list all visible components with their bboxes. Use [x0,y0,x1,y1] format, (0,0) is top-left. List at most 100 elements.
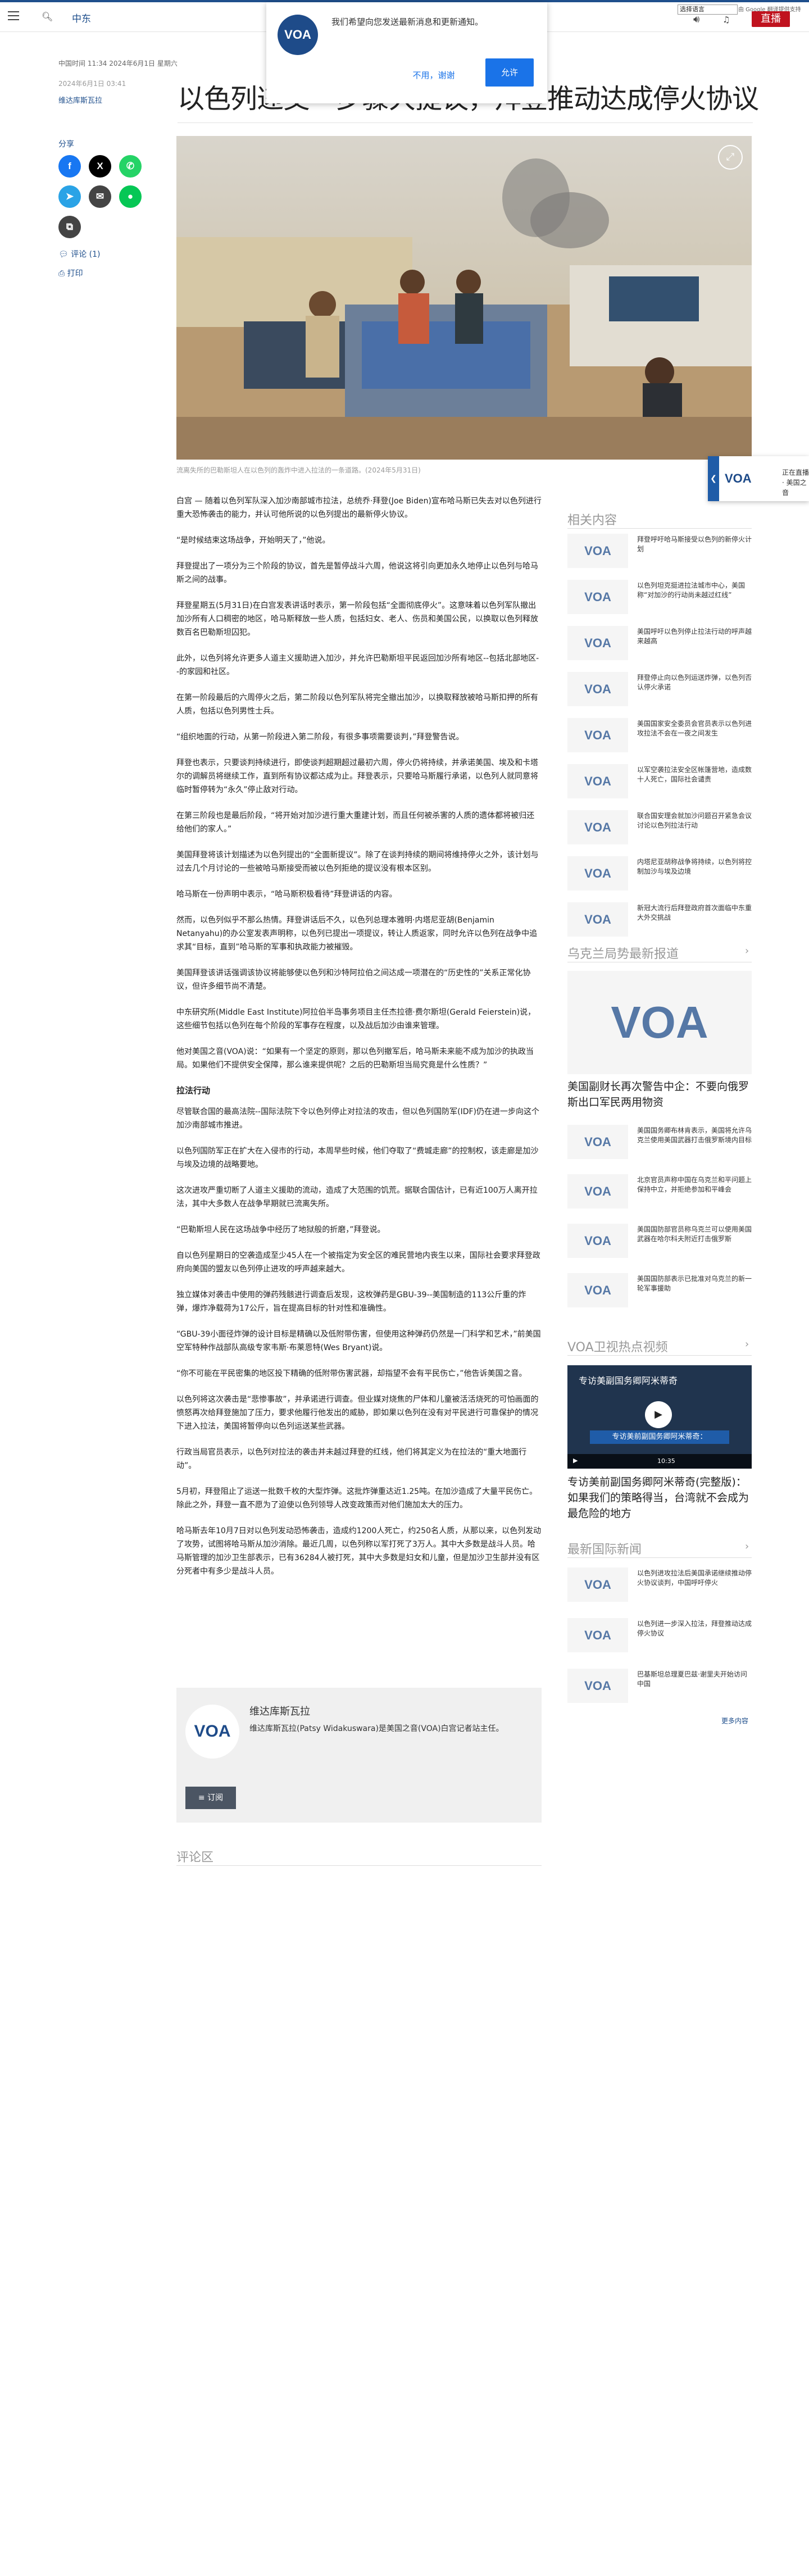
chevron-right-icon[interactable]: › [745,1338,749,1350]
article-paragraph: 拜登提出了一项分为三个阶段的协议，首先是暂停战斗六周，他说这将引向更加永久地停止… [176,562,538,584]
related-thumbnail: VOA [567,534,628,568]
article-paragraph: “GBU-39小面径炸弹的设计目标是精确以及低附带伤害，但使用这种弹药仍然是一门… [176,1330,541,1352]
article-paragraph: “组织地面的行动，从第一阶段进入第二阶段，有很多事项需要谈判，”拜登警告说。 [176,733,464,742]
article-published: 2024年6月1日 03:41 [58,80,126,88]
related-item[interactable]: VOA 内塔尼亚胡称战争将持续，以色列将控制加沙与埃及边境 [567,856,752,896]
video-time: 10:35 [657,1457,675,1465]
related-item[interactable]: VOA 拜登停止向以色列运送炸弹，以色列否认停火承诺 [567,672,752,711]
related-item[interactable]: VOA 以军空袭拉法安全区帐篷营地，造成数十人死亡，国际社会谴责 [567,764,752,803]
article-body: 白宫 — 随着以色列军队深入加沙南部城市拉法，总统乔·拜登(Joe Biden)… [176,494,542,1591]
related-item-title: 联合国安理会就加沙问题召开紧急会议讨论以色列拉法行动 [637,812,752,829]
more-link[interactable]: 更多内容 [721,1716,748,1725]
print-link-label: 打印 [67,269,83,278]
float-text: 正在直播 · 美国之音 [782,469,809,497]
article-paragraph: 自以色列星期日的空袭造成至少45人在一个被指定为安全区的难民营地内丧生以来，国际… [176,1251,540,1274]
ukraine-thumbnail: VOA [567,1224,628,1258]
author-box: VOA 维达库斯瓦拉 维达库斯瓦拉(Patsy Widakuswara)是美国之… [176,1688,542,1823]
article-paragraph: 哈马斯在一份声明中表示，“哈马斯积极看待”拜登讲话的内容。 [176,890,397,899]
article-paragraph: 行政当局官员表示，以色列对拉法的袭击并未越过拜登的红线，他们将其定义为在拉法的“… [176,1448,527,1470]
copy-link-icon[interactable]: ⧉ [58,216,81,238]
language-select[interactable]: 选择语言 [678,4,738,15]
intl-heading[interactable]: 最新国际新闻 [567,1539,642,1557]
related-item[interactable]: VOA 联合国安理会就加沙问题召开紧急会议讨论以色列拉法行动 [567,810,752,849]
facebook-share-icon[interactable]: f [58,155,81,178]
ukraine-item-title: 北京官员声称中国在乌克兰和平问题上保持中立，并拒绝参加和平峰会 [637,1176,752,1193]
related-thumbnail: VOA [567,626,628,660]
ukraine-item[interactable]: VOA 美国国务卿布林肯表示，美国将允许乌克兰使用美国武器打击俄罗斯境内目标 [567,1125,752,1164]
related-item[interactable]: VOA 拜登呼吁哈马斯接受以色列的新停火计划 [567,534,752,573]
intl-thumbnail: VOA [567,1568,628,1602]
line-share-icon[interactable]: ● [119,185,142,208]
article-author-link[interactable]: 维达库斯瓦拉 [58,94,102,105]
collapse-arrow-icon[interactable]: ❮ [708,456,719,501]
intl-item[interactable]: VOA 以色列进一步深入拉法，拜登推动达成停火协议 [567,1618,752,1657]
floating-live-widget[interactable]: ❮ VOA 正在直播 · 美国之音 [708,456,809,501]
print-icon: ⎙ [58,269,67,278]
article-paragraph: 在第三阶段也是最后阶段，“将开始对加沙进行重大重建计划，而且任何被杀害的人质的遗… [176,811,535,834]
intl-item-title: 以色列进攻拉法后美国承诺继续推动停火协议谈判，中国呼吁停火 [637,1569,752,1587]
comment-icon: 💬︎ [58,250,71,259]
ukraine-item[interactable]: VOA 北京官员声称中国在乌克兰和平问题上保持中立，并拒绝参加和平峰会 [567,1174,752,1214]
whatsapp-share-icon[interactable]: ✆ [119,155,142,178]
ukraine-heading[interactable]: 乌克兰局势最新报道 [567,944,679,962]
related-item-title: 美国国家安全委员会官员表示以色列进攻拉法不会在一夜之间发生 [637,720,752,737]
author-bio: 维达库斯瓦拉(Patsy Widakuswara)是美国之音(VOA)白宫记者站… [249,1724,504,1733]
intl-item[interactable]: VOA 以色列进攻拉法后美国承诺继续推动停火协议谈判，中国呼吁停火 [567,1568,752,1607]
related-item[interactable]: VOA 美国国家安全委员会官员表示以色列进攻拉法不会在一夜之间发生 [567,718,752,757]
article-paragraph: “你不可能在平民密集的地区投下精确的低附带伤害武器，却指望不会有平民伤亡，”他告… [176,1369,527,1378]
article-datetime: 中国时间 11:34 2024年6月1日 星期六 [58,60,178,67]
print-link[interactable]: ⎙ 打印 [58,267,83,279]
x-share-icon[interactable]: X [89,155,111,178]
related-item-title: 以色列坦克挺进拉法城市中心，美国称“对加沙的行动尚未越过红线” [637,581,746,599]
related-item-title: 拜登停止向以色列运送炸弹，以色列否认停火承诺 [637,674,752,691]
chevron-right-icon[interactable]: › [745,1541,749,1552]
related-item[interactable]: VOA 新冠大流行后拜登政府首次面临中东重大外交挑战 [567,902,752,942]
intl-item-title: 以色列进一步深入拉法，拜登推动达成停火协议 [637,1620,752,1637]
article-paragraph: 美国拜登该讲话强调该协议将能够使以色列和沙特阿拉伯之间达成一项潜在的“历史性的”… [176,969,531,991]
author-name[interactable]: 维达库斯瓦拉 [249,1703,310,1718]
related-item-title: 内塔尼亚胡称战争将持续，以色列将控制加沙与埃及边境 [637,858,752,875]
headphones-icon[interactable]: ♫ [722,15,730,25]
ukraine-item[interactable]: VOA 美国国防部官员称乌克兰可以使用美国武器在哈尔科夫附近打击俄罗斯 [567,1224,752,1263]
video-player[interactable]: 专访美副国务卿阿米蒂奇 ▶ 专访美前副国务卿阿米蒂奇： ▶ 10:35 [567,1365,752,1469]
related-item-title: 拜登呼吁哈马斯接受以色列的新停火计划 [637,535,752,553]
expand-image-icon[interactable]: ⤢ [718,145,743,170]
rss-subscribe-button[interactable]: ≡ 订阅 [185,1787,236,1809]
ukraine-feature-thumbnail[interactable]: VOA [567,971,752,1074]
decline-button[interactable]: 不用，谢谢 [406,64,462,87]
video-controls: ▶ 10:35 [567,1454,752,1469]
ukraine-feature-title[interactable]: 美国副财长再次警告中企：不要向俄罗斯出口军民两用物资 [567,1079,752,1110]
voa-logo: VOA [278,15,318,55]
volume-icon[interactable]: 🔊︎ [693,13,699,25]
share-label: 分享 [58,140,74,149]
hero-photo-illustration [176,136,752,460]
article-paragraph: 此外，以色列将允许更多人道主义援助进入加沙，并允许巴勒斯坦平民返回加沙所有地区-… [176,654,539,676]
play-icon[interactable]: ▶ [645,1401,672,1428]
menu-icon[interactable] [8,11,19,20]
play-small-icon[interactable]: ▶ [573,1457,578,1464]
intl-item-title: 巴基斯坦总理夏巴兹·谢里夫开始访问中国 [637,1670,747,1688]
live-button[interactable]: 直播 [752,11,790,27]
related-thumbnail: VOA [567,902,628,937]
video-section-heading[interactable]: VOA卫视热点视频 [567,1337,668,1355]
allow-button[interactable]: 允许 [485,58,534,87]
ukraine-item-title: 美国国务卿布林肯表示，美国将允许乌克兰使用美国武器打击俄罗斯境内目标 [637,1126,752,1144]
comments-link[interactable]: 💬︎ 评论 (1) [58,248,101,260]
article-subhead: 拉法行动 [176,1085,211,1096]
related-item[interactable]: VOA 以色列坦克挺进拉法城市中心，美国称“对加沙的行动尚未越过红线” [567,580,752,619]
comments-divider [176,1865,542,1866]
search-icon[interactable]: 🔍︎ [42,11,53,22]
article-paragraph: 以色列将这次袭击是“悲惨事故”，并承诺进行调查。但业媒对烧焦的尸体和儿童被活活烧… [176,1395,539,1431]
section-label[interactable]: 中东 [72,11,91,25]
related-item[interactable]: VOA 美国呼吁以色列停止拉法行动的呼声越来越高 [567,626,752,665]
author-avatar: VOA [185,1705,239,1759]
intl-divider [567,1557,752,1558]
chevron-right-icon[interactable]: › [745,945,749,957]
article-paragraph: 以色列国防军正在扩大在入侵市的行动，本周早些时候，他们夺取了“费城走廊”的控制权… [176,1147,539,1169]
ukraine-item[interactable]: VOA 美国国防部表示已批准对乌克兰的新一轮军事援助 [567,1273,752,1312]
email-share-icon[interactable]: ✉ [89,185,111,208]
telegram-share-icon[interactable]: ➤ [58,185,81,208]
article-paragraph: 美国拜登将该计划描述为以色列提出的“全面新提议”。除了在谈判持续的期间将维持停火… [176,851,539,873]
video-caption[interactable]: 专访美前副国务卿阿米蒂奇(完整版)：如果我们的策略得当，台湾就不会成为最危险的地… [567,1474,752,1521]
intl-item[interactable]: VOA 巴基斯坦总理夏巴兹·谢里夫开始访问中国 [567,1669,752,1708]
